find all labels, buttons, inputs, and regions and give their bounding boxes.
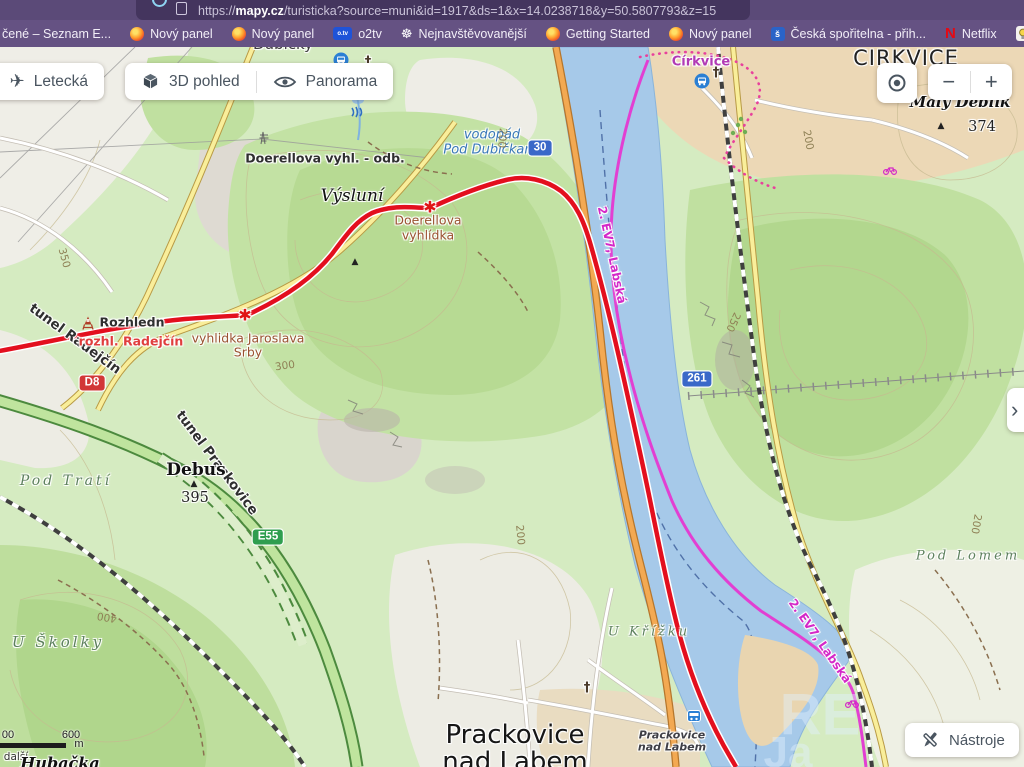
tracking-shield-icon[interactable] (152, 0, 167, 7)
road-shield-e55: E55 (253, 530, 283, 545)
locate-me-button[interactable] (877, 63, 917, 103)
map-canvas[interactable]: RE Ja † † † ✱ ✱ ▲ ▲ ▲ Dubičky CIRKVICE C… (0, 47, 1024, 767)
chevron-right-icon: › (1011, 397, 1018, 423)
watermark-text: Ja (764, 728, 813, 767)
bookmarks-bar: čené – Seznam E... Nový panel Nový panel… (0, 20, 1024, 47)
firefox-icon (130, 27, 144, 41)
netflix-icon: N (945, 27, 956, 41)
bookmark-getting-started[interactable]: Getting Started (546, 27, 650, 41)
bookmark-novy-panel-1[interactable]: Nový panel (130, 27, 213, 41)
road-shield-d8: D8 (80, 376, 105, 391)
cube-icon (141, 72, 160, 91)
view-3d-button[interactable]: 3D pohled (125, 63, 256, 100)
zoom-control: − + (928, 64, 1012, 100)
page-info-icon[interactable] (176, 2, 187, 15)
side-panel-expand-button[interactable]: › (1007, 388, 1024, 432)
map-terrain (0, 47, 1024, 767)
firefox-icon (546, 27, 560, 41)
eye-icon (273, 75, 297, 89)
scale-unit: m (74, 738, 83, 750)
bookmark-novy-panel-3[interactable]: Nový panel (669, 27, 752, 41)
bookmark-seznam[interactable]: čené – Seznam E... (2, 27, 111, 41)
bookmark-novy-panel-2[interactable]: Nový panel (232, 27, 315, 41)
bookmark-objednavky[interactable]: Objednávk... (1016, 26, 1024, 41)
o2tv-icon: o.tv (333, 27, 352, 40)
panorama-button[interactable]: Panorama (257, 63, 394, 100)
firefox-icon (232, 27, 246, 41)
road-shield-30: 30 (529, 141, 552, 156)
url-text: https://mapy.cz/turisticka?source=muni&i… (198, 4, 716, 18)
bookmark-netflix[interactable]: NNetflix (945, 27, 997, 41)
zoom-in-button[interactable]: + (971, 65, 1013, 99)
bookmark-nejnavstevovanejsi[interactable]: ☸Nejnavštěvovanější (401, 27, 527, 41)
scale-bar (0, 743, 66, 748)
layer-aerial-button[interactable]: ✈Letecká (0, 63, 104, 100)
map-layer-pill-left: u ✈Letecká (0, 63, 104, 100)
locate-icon (885, 71, 909, 95)
firefox-icon (669, 27, 683, 41)
gear-icon: ☸ (401, 27, 413, 40)
tools-icon (919, 730, 941, 750)
road-shield-261: 261 (682, 372, 711, 387)
tools-pill: Nástroje (905, 723, 1019, 757)
map-view-pill: 3D pohled Panorama (125, 63, 393, 100)
bookmark-o2tv[interactable]: o.tvo2tv (333, 27, 382, 41)
lightbulb-icon (1016, 26, 1024, 41)
plane-icon: ✈ (10, 71, 25, 92)
url-field[interactable]: https://mapy.cz/turisticka?source=muni&i… (136, 0, 750, 20)
sporitelna-icon: š (771, 27, 785, 41)
zoom-out-button[interactable]: − (928, 65, 970, 99)
scale-label-left: 00 (2, 729, 14, 741)
bookmark-ceska-sporitelna[interactable]: šČeská spořitelna - přih... (771, 27, 926, 41)
browser-url-bar: https://mapy.cz/turisticka?source=muni&i… (0, 0, 1024, 20)
tools-button[interactable]: Nástroje (905, 723, 1019, 757)
